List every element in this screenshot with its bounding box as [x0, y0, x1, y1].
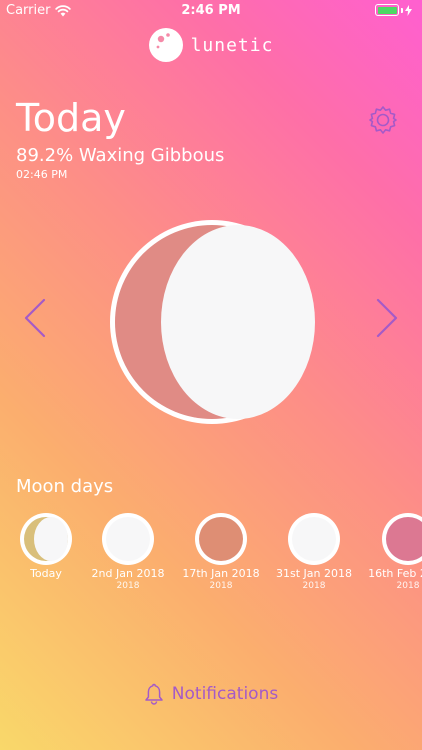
moon-day-label: 2nd Jan 2018 — [91, 567, 165, 580]
notifications-button[interactable]: Notifications — [0, 683, 422, 705]
moon-day-year: 2018 — [116, 581, 140, 591]
moon-phase-thumbnail — [195, 513, 247, 565]
moon-phase-thumbnail — [288, 513, 340, 565]
app-brand: lunetic — [0, 28, 422, 62]
gear-icon[interactable] — [367, 104, 399, 136]
moon-day-label: 16th Feb 2018 — [368, 567, 422, 580]
moon-logo-icon — [148, 28, 183, 62]
moon-day-label: Today — [30, 567, 62, 580]
moon-phase-thumbnail — [382, 513, 422, 565]
moon-day-item[interactable]: 17th Jan 2018 2018 — [174, 512, 268, 591]
status-bar: Carrier 2:46 PM — [0, 0, 422, 22]
chevron-left-icon[interactable] — [22, 298, 48, 338]
moon-phase-thumbnail — [102, 513, 154, 565]
notifications-label: Notifications — [171, 684, 279, 704]
moon-day-year: 2018 — [396, 581, 420, 591]
moon-phase-time: 02:46 PM — [16, 168, 68, 181]
moon-day-item[interactable]: 31st Jan 2018 2018 — [267, 512, 361, 591]
app-name: lunetic — [190, 34, 274, 56]
moon-day-item-today[interactable]: Today — [0, 512, 93, 581]
moon-day-year: 2018 — [302, 581, 326, 591]
moon-phase-text: 89.2% Waxing Gibbous — [16, 145, 225, 166]
moon-day-year: 2018 — [209, 581, 233, 591]
status-time: 2:46 PM — [181, 3, 241, 18]
bell-icon — [145, 683, 163, 705]
moon-phase-thumbnail — [20, 513, 72, 565]
chevron-right-icon[interactable] — [374, 298, 400, 338]
page-title: Today — [16, 96, 126, 140]
moon-phase-graphic — [110, 220, 315, 424]
moon-day-label: 17th Jan 2018 — [182, 567, 260, 580]
battery-icon — [375, 4, 412, 16]
moon-day-item[interactable]: 2nd Jan 2018 2018 — [81, 512, 175, 591]
moon-day-item[interactable]: 16th Feb 2018 2018 — [361, 512, 422, 591]
moon-days-title: Moon days — [16, 476, 114, 497]
moon-day-label: 31st Jan 2018 — [276, 567, 352, 580]
charging-icon — [405, 4, 412, 16]
